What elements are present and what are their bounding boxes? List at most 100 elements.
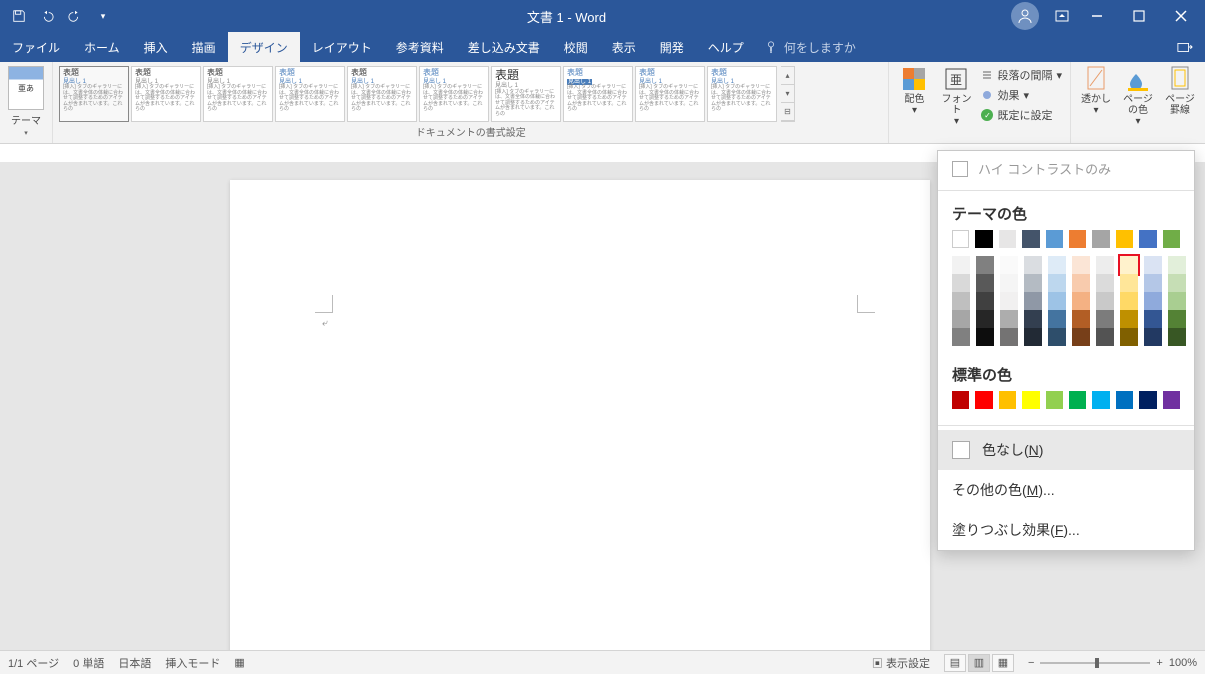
- more-colors-option[interactable]: その他の色(M)...: [938, 470, 1194, 510]
- color-swatch[interactable]: [1022, 391, 1039, 409]
- tab-developer[interactable]: 開発: [648, 32, 696, 62]
- color-swatch[interactable]: [1168, 274, 1186, 292]
- tab-mailings[interactable]: 差し込み文書: [456, 32, 552, 62]
- color-swatch[interactable]: [1048, 328, 1066, 346]
- color-swatch[interactable]: [976, 328, 994, 346]
- color-swatch[interactable]: [999, 391, 1016, 409]
- tab-view[interactable]: 表示: [600, 32, 648, 62]
- color-swatch[interactable]: [1000, 310, 1018, 328]
- color-swatch[interactable]: [1116, 391, 1133, 409]
- style-card[interactable]: 表題見出し 1[挿入] タブのギャラリーには、文書全体の体裁に合わせて調整するた…: [419, 66, 489, 122]
- color-swatch[interactable]: [1120, 328, 1138, 346]
- color-swatch[interactable]: [1092, 391, 1109, 409]
- color-swatch[interactable]: [1096, 328, 1114, 346]
- watermark-button[interactable]: 透かし▾: [1077, 66, 1115, 116]
- color-swatch[interactable]: [1168, 328, 1186, 346]
- color-swatch[interactable]: [1168, 292, 1186, 310]
- fill-effects-option[interactable]: 塗りつぶし効果(F)...: [938, 510, 1194, 550]
- tab-insert[interactable]: 挿入: [132, 32, 180, 62]
- color-swatch[interactable]: [1096, 310, 1114, 328]
- color-swatch[interactable]: [1120, 256, 1138, 274]
- effects[interactable]: 効果 ▾: [979, 86, 1064, 104]
- close-button[interactable]: [1161, 1, 1201, 31]
- color-swatch[interactable]: [952, 391, 969, 409]
- color-swatch[interactable]: [1048, 292, 1066, 310]
- high-contrast-option[interactable]: ハイ コントラストのみ: [938, 151, 1194, 186]
- color-swatch[interactable]: [1022, 230, 1039, 248]
- color-swatch[interactable]: [1000, 292, 1018, 310]
- color-swatch[interactable]: [1096, 256, 1114, 274]
- color-swatch[interactable]: [1024, 328, 1042, 346]
- web-layout-view[interactable]: ▦: [992, 654, 1014, 672]
- color-swatch[interactable]: [952, 230, 969, 248]
- color-swatch[interactable]: [1024, 292, 1042, 310]
- style-card[interactable]: 表題見出し 1[挿入] タブのギャラリーには、文書全体の体裁に合わせて調整するた…: [275, 66, 345, 122]
- color-swatch[interactable]: [1120, 292, 1138, 310]
- themes-button[interactable]: 亜あ テーマ ▾: [6, 66, 46, 137]
- display-settings[interactable]: ▣ 表示設定: [872, 655, 930, 671]
- tab-layout[interactable]: レイアウト: [300, 32, 384, 62]
- color-swatch[interactable]: [1116, 230, 1133, 248]
- style-card[interactable]: 表題見出し 1[挿入] タブのギャラリーには、文書全体の体裁に合わせて調整するた…: [203, 66, 273, 122]
- color-swatch[interactable]: [952, 328, 970, 346]
- color-swatch[interactable]: [952, 274, 970, 292]
- tell-me-search[interactable]: 何をしますか: [764, 32, 856, 62]
- gallery-expand[interactable]: ▴▾⊟: [781, 66, 795, 122]
- color-swatch[interactable]: [1048, 310, 1066, 328]
- zoom-out[interactable]: −: [1028, 657, 1034, 669]
- color-swatch[interactable]: [952, 256, 970, 274]
- style-card[interactable]: 表題見出し 1[挿入] タブのギャラリーには、文書全体の体裁に合わせて調整するた…: [491, 66, 561, 122]
- style-card[interactable]: 表題見出し 1[挿入] タブのギャラリーには、文書全体の体裁に合わせて調整するた…: [563, 66, 633, 122]
- colors-button[interactable]: 配色▾: [895, 66, 933, 116]
- color-swatch[interactable]: [1000, 328, 1018, 346]
- word-count[interactable]: 0 単語: [73, 655, 104, 671]
- color-swatch[interactable]: [1072, 256, 1090, 274]
- style-card[interactable]: 表題見出し 1[挿入] タブのギャラリーには、文書全体の体裁に合わせて調整するた…: [131, 66, 201, 122]
- minimize-button[interactable]: [1077, 1, 1117, 31]
- color-swatch[interactable]: [1024, 310, 1042, 328]
- color-swatch[interactable]: [1092, 230, 1109, 248]
- color-swatch[interactable]: [1048, 274, 1066, 292]
- color-swatch[interactable]: [1046, 391, 1063, 409]
- page[interactable]: ⤶: [230, 180, 930, 650]
- page-count[interactable]: 1/1 ページ: [8, 655, 59, 671]
- ribbon-display-options[interactable]: [1047, 10, 1077, 22]
- color-swatch[interactable]: [1139, 230, 1156, 248]
- color-swatch[interactable]: [975, 391, 992, 409]
- tab-draw[interactable]: 描画: [180, 32, 228, 62]
- color-swatch[interactable]: [1072, 310, 1090, 328]
- style-card[interactable]: 表題見出し 1[挿入] タブのギャラリーには、文書全体の体裁に合わせて調整するた…: [347, 66, 417, 122]
- color-swatch[interactable]: [952, 310, 970, 328]
- color-swatch[interactable]: [1163, 391, 1180, 409]
- style-card[interactable]: 表題見出し 1[挿入] タブのギャラリーには、文書全体の体裁に合わせて調整するた…: [707, 66, 777, 122]
- color-swatch[interactable]: [1024, 256, 1042, 274]
- tab-file[interactable]: ファイル: [0, 32, 72, 62]
- language[interactable]: 日本語: [118, 655, 151, 671]
- qat-customize[interactable]: ▾: [90, 3, 116, 29]
- macro-icon[interactable]: ▦: [234, 656, 244, 669]
- color-swatch[interactable]: [1144, 310, 1162, 328]
- print-layout-view[interactable]: ▥: [968, 654, 990, 672]
- page-color-button[interactable]: ページの色▾: [1119, 66, 1157, 127]
- color-swatch[interactable]: [1163, 230, 1180, 248]
- color-swatch[interactable]: [1120, 274, 1138, 292]
- tab-help[interactable]: ヘルプ: [696, 32, 756, 62]
- tab-home[interactable]: ホーム: [72, 32, 132, 62]
- maximize-button[interactable]: [1119, 1, 1159, 31]
- tab-references[interactable]: 参考資料: [384, 32, 456, 62]
- color-swatch[interactable]: [1072, 292, 1090, 310]
- color-swatch[interactable]: [975, 230, 992, 248]
- color-swatch[interactable]: [1120, 310, 1138, 328]
- color-swatch[interactable]: [1139, 391, 1156, 409]
- color-swatch[interactable]: [1024, 274, 1042, 292]
- set-default[interactable]: ✓既定に設定: [979, 106, 1064, 124]
- zoom-control[interactable]: − + 100%: [1028, 657, 1197, 669]
- color-swatch[interactable]: [1096, 274, 1114, 292]
- save-button[interactable]: [6, 3, 32, 29]
- color-swatch[interactable]: [1048, 256, 1066, 274]
- redo-button[interactable]: [62, 3, 88, 29]
- insert-mode[interactable]: 挿入モード: [165, 655, 220, 671]
- color-swatch[interactable]: [1144, 274, 1162, 292]
- no-color-option[interactable]: 色なし(N): [938, 430, 1194, 470]
- color-swatch[interactable]: [1069, 391, 1086, 409]
